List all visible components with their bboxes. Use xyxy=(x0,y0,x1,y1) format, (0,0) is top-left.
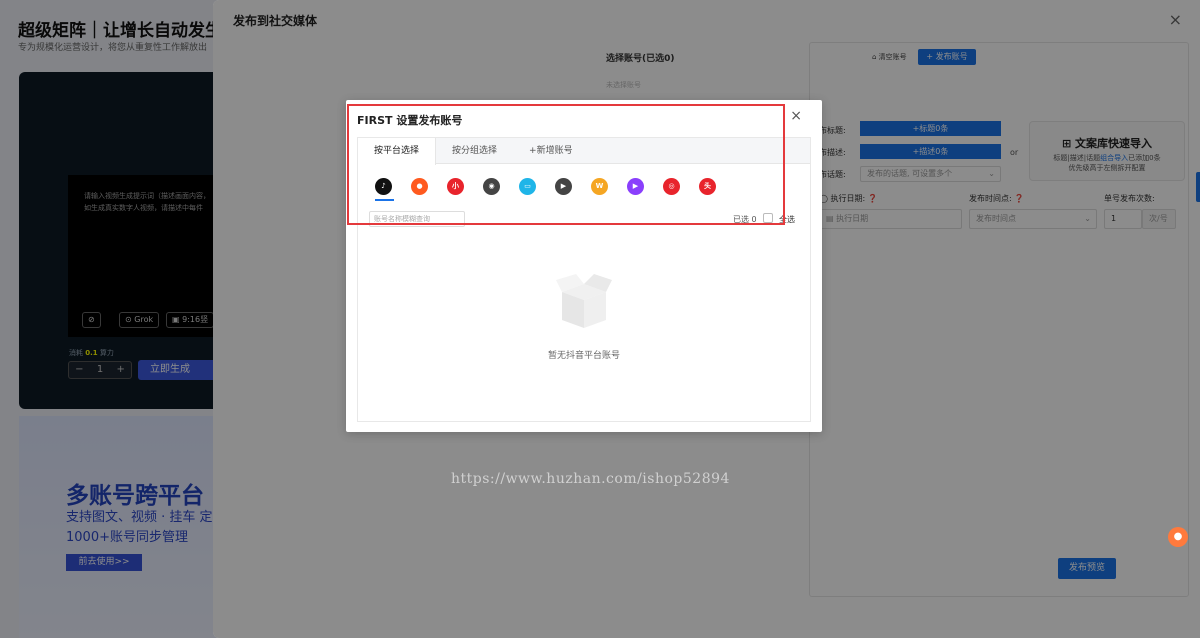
highlight-annotation xyxy=(347,104,785,225)
empty-state-text: 暂无抖音平台账号 xyxy=(547,351,620,361)
watermark-text: https://www.huzhan.com/ishop52894 xyxy=(451,471,730,487)
chat-icon[interactable]: ● xyxy=(1168,527,1188,547)
close-icon[interactable]: × xyxy=(790,108,802,124)
empty-box-icon xyxy=(556,274,612,328)
